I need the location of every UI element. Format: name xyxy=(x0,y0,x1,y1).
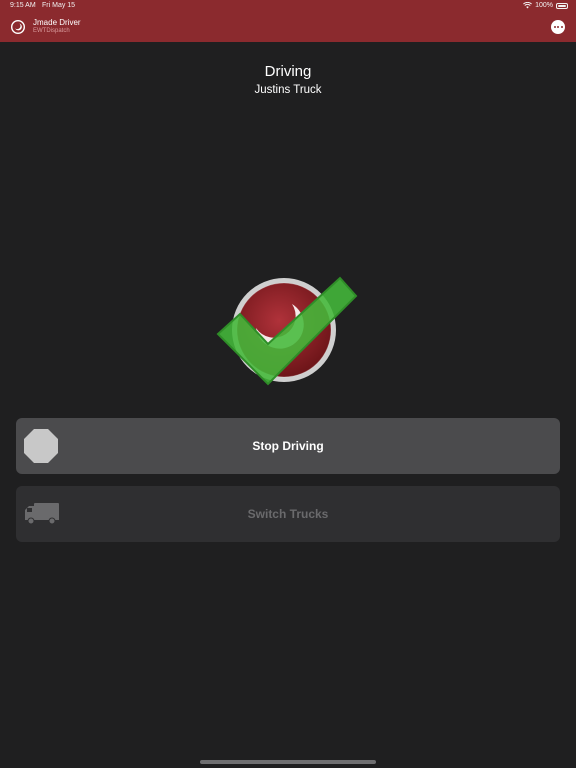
battery-icon xyxy=(556,2,568,9)
driving-check-icon xyxy=(216,276,358,386)
status-indicators: 100% xyxy=(523,2,568,9)
app-screen: 9:15 AM Fri May 15 100% Jmade Driver EWT… xyxy=(0,0,576,768)
more-options-button[interactable] xyxy=(551,20,565,34)
more-horizontal-icon xyxy=(553,26,556,28)
status-time: 9:15 AM xyxy=(10,2,36,9)
app-subtitle: EWTDispatch xyxy=(33,28,70,34)
wifi-icon xyxy=(523,2,533,9)
status-date: Fri May 15 xyxy=(42,2,76,9)
battery-percentage: 100% xyxy=(535,2,553,9)
home-indicator[interactable] xyxy=(200,760,376,764)
app-header: 9:15 AM Fri May 15 100% Jmade Driver EWT… xyxy=(0,0,576,42)
switch-trucks-label: Switch Trucks xyxy=(247,507,329,521)
stop-driving-button[interactable]: Stop Driving xyxy=(16,418,560,474)
app-logo-icon[interactable] xyxy=(11,20,25,34)
switch-trucks-button[interactable]: Switch Trucks xyxy=(16,486,560,542)
app-title: Jmade Driver xyxy=(33,18,81,27)
driving-status-title: Driving xyxy=(264,63,312,80)
truck-name: Justins Truck xyxy=(254,84,322,96)
stop-driving-label: Stop Driving xyxy=(252,439,324,453)
